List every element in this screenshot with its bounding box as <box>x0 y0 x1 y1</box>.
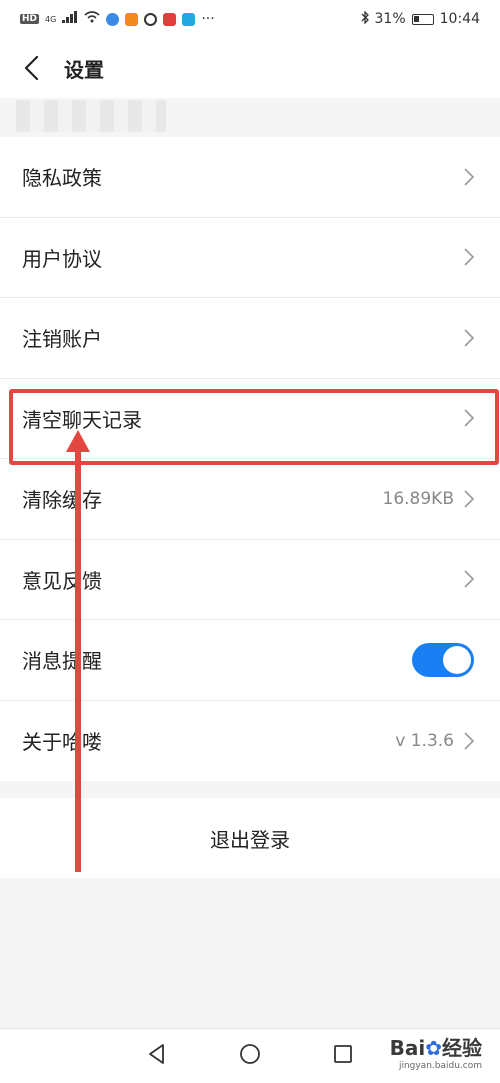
nav-back-button[interactable] <box>145 1042 169 1070</box>
battery-icon <box>411 13 434 25</box>
settings-item-label: 清空聊天记录 <box>22 407 142 432</box>
nav-home-button[interactable] <box>238 1042 262 1070</box>
signal-icon <box>62 11 78 27</box>
settings-item-label: 消息提醒 <box>22 649 102 674</box>
settings-item-user-agreement[interactable]: 用户协议 <box>0 218 500 298</box>
wifi-icon <box>84 11 100 27</box>
page-title: 设置 <box>64 57 104 82</box>
app-notification-icon <box>163 12 177 26</box>
watermark-logo: Bai✿经验 <box>389 1036 482 1060</box>
clock: 10:44 <box>439 11 480 27</box>
cache-size: 16.89KB <box>382 488 454 509</box>
chevron-right-icon <box>464 168 474 186</box>
notifications-toggle[interactable] <box>412 642 474 677</box>
annotation-arrow-shaft <box>75 448 81 872</box>
chevron-right-icon <box>464 409 474 427</box>
blurred-account-info <box>16 100 166 132</box>
toggle-knob <box>443 645 471 674</box>
settings-item-label: 注销账户 <box>22 327 102 352</box>
settings-item-privacy-policy[interactable]: 隐私政策 <box>0 137 500 218</box>
logout-label: 退出登录 <box>210 827 290 852</box>
app-notification-icon <box>125 12 139 26</box>
hd-badge: HD <box>20 14 40 24</box>
app-notification-icon <box>106 12 120 26</box>
chat-notification-icon <box>144 12 158 26</box>
back-button[interactable] <box>0 38 64 98</box>
settings-item-label: 清除缓存 <box>22 488 102 513</box>
settings-item-delete-account[interactable]: 注销账户 <box>0 298 500 379</box>
settings-item-label: 用户协议 <box>22 246 102 271</box>
chevron-right-icon <box>464 248 474 266</box>
settings-item-label: 隐私政策 <box>22 166 102 191</box>
app-version: v 1.3.6 <box>395 730 454 751</box>
annotation-arrow-head <box>66 430 90 452</box>
more-notifications: ··· <box>201 11 215 27</box>
chevron-right-icon <box>464 329 474 347</box>
search-app-icon <box>182 12 196 26</box>
bluetooth-icon <box>361 9 369 28</box>
status-right: 31% 10:44 <box>361 9 480 28</box>
paw-icon: ✿ <box>425 1036 442 1060</box>
square-recents-icon <box>334 1045 353 1063</box>
status-left: HD 4G ··· <box>20 11 215 27</box>
settings-item-label: 关于哈喽 <box>22 730 102 755</box>
circle-home-icon <box>240 1044 260 1064</box>
chevron-right-icon <box>464 490 474 508</box>
app-header: 设置 <box>0 38 500 98</box>
network-type: 4G <box>45 14 57 24</box>
watermark-url: jingyan.baidu.com <box>398 1061 482 1071</box>
status-bar: HD 4G ··· 31% 10:44 <box>0 0 500 38</box>
nav-recents-button[interactable] <box>331 1042 355 1070</box>
battery-percent: 31% <box>374 11 406 27</box>
settings-item-label: 意见反馈 <box>22 568 102 593</box>
baidu-jingyan-watermark: Bai✿经验 jingyan.baidu.com <box>390 1032 482 1071</box>
chevron-right-icon <box>464 732 474 750</box>
chevron-left-icon <box>24 55 39 81</box>
chevron-right-icon <box>464 570 474 588</box>
triangle-back-icon <box>148 1044 164 1064</box>
